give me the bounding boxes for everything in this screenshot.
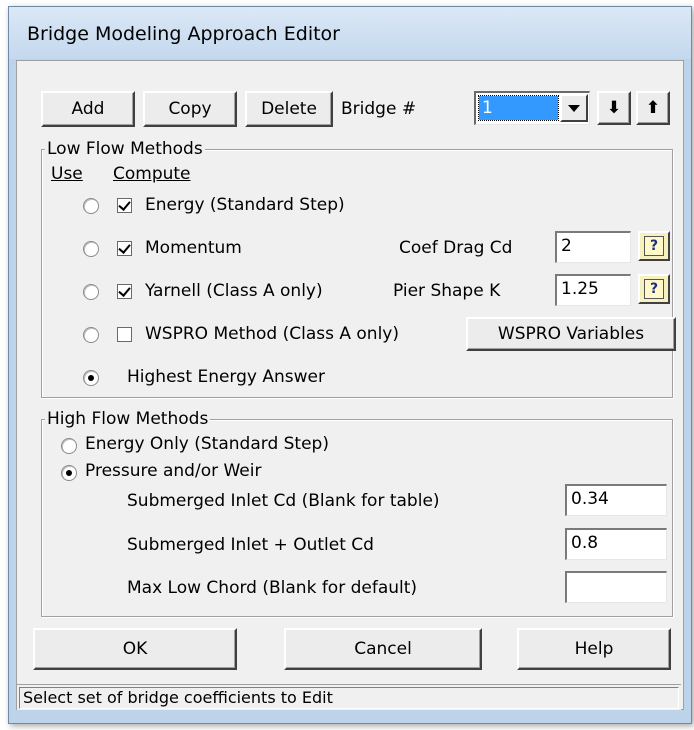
compute-energy-checkbox[interactable] (117, 198, 132, 213)
compute-wspro-checkbox[interactable] (117, 327, 132, 342)
max-low-chord-label: Max Low Chord (Blank for default) (127, 578, 418, 598)
momentum-method-label: Momentum (145, 238, 242, 258)
pier-shape-field[interactable]: 1.25 (555, 274, 631, 306)
use-momentum-radio[interactable] (83, 241, 99, 257)
use-header: Use (51, 164, 83, 184)
use-wspro-radio[interactable] (83, 327, 99, 343)
compute-yarnell-checkbox[interactable] (117, 284, 132, 299)
pressure-weir-radio[interactable] (61, 465, 77, 481)
compute-momentum-checkbox[interactable] (117, 241, 132, 256)
status-bar: Select set of bridge coefficients to Edi… (17, 684, 681, 710)
use-yarnell-radio[interactable] (83, 284, 99, 300)
copy-button[interactable]: Copy (143, 91, 237, 127)
bridge-number-select[interactable]: 1 (474, 91, 590, 125)
ok-button[interactable]: OK (33, 628, 237, 670)
submerged-inlet-field[interactable]: 0.34 (565, 484, 667, 516)
wspro-method-label: WSPRO Method (Class A only) (145, 324, 399, 344)
window-title: Bridge Modeling Approach Editor (27, 23, 340, 45)
coef-drag-help-button[interactable]: ? (638, 231, 670, 261)
help-icon: ? (644, 236, 664, 256)
arrow-down-icon: ⬇ (606, 98, 622, 118)
submerged-outlet-field[interactable]: 0.8 (565, 528, 667, 560)
bridge-number-label: Bridge # (341, 99, 417, 119)
submerged-inlet-label: Submerged Inlet Cd (Blank for table) (127, 491, 440, 511)
energy-method-label: Energy (Standard Step) (145, 195, 345, 215)
compute-header: Compute (113, 164, 191, 184)
chevron-down-icon[interactable] (560, 94, 588, 122)
use-energy-radio[interactable] (83, 198, 99, 214)
highest-energy-label: Highest Energy Answer (127, 367, 325, 387)
energy-only-label: Energy Only (Standard Step) (85, 434, 329, 454)
high-flow-legend: High Flow Methods (45, 409, 211, 429)
dialog-client: Add Copy Delete Bridge # 1 ⬇ ⬆ Low Flow … (16, 60, 684, 710)
yarnell-method-label: Yarnell (Class A only) (145, 281, 323, 301)
bridge-number-value: 1 (478, 95, 559, 121)
submerged-outlet-label: Submerged Inlet + Outlet Cd (127, 535, 374, 555)
cancel-button[interactable]: Cancel (284, 628, 482, 670)
pressure-weir-label: Pressure and/or Weir (85, 461, 262, 481)
status-text: Select set of bridge coefficients to Edi… (19, 687, 679, 709)
add-button[interactable]: Add (41, 91, 135, 127)
move-up-button[interactable]: ⬆ (636, 91, 670, 125)
arrow-up-icon: ⬆ (645, 98, 661, 118)
move-down-button[interactable]: ⬇ (597, 91, 631, 125)
coef-drag-label: Coef Drag Cd (399, 238, 513, 258)
wspro-variables-button[interactable]: WSPRO Variables (466, 317, 676, 351)
help-icon: ? (644, 279, 664, 299)
pier-shape-label: Pier Shape K (393, 281, 501, 301)
pier-shape-help-button[interactable]: ? (638, 274, 670, 304)
highest-energy-radio[interactable] (83, 370, 99, 386)
low-flow-legend: Low Flow Methods (45, 139, 205, 159)
help-button[interactable]: Help (517, 628, 671, 670)
title-bar[interactable]: Bridge Modeling Approach Editor (9, 7, 691, 59)
delete-button[interactable]: Delete (245, 91, 333, 127)
max-low-chord-field[interactable] (565, 571, 667, 603)
energy-only-radio[interactable] (61, 438, 77, 454)
coef-drag-field[interactable]: 2 (555, 231, 631, 263)
dialog-window: Bridge Modeling Approach Editor Add Copy… (8, 6, 692, 724)
